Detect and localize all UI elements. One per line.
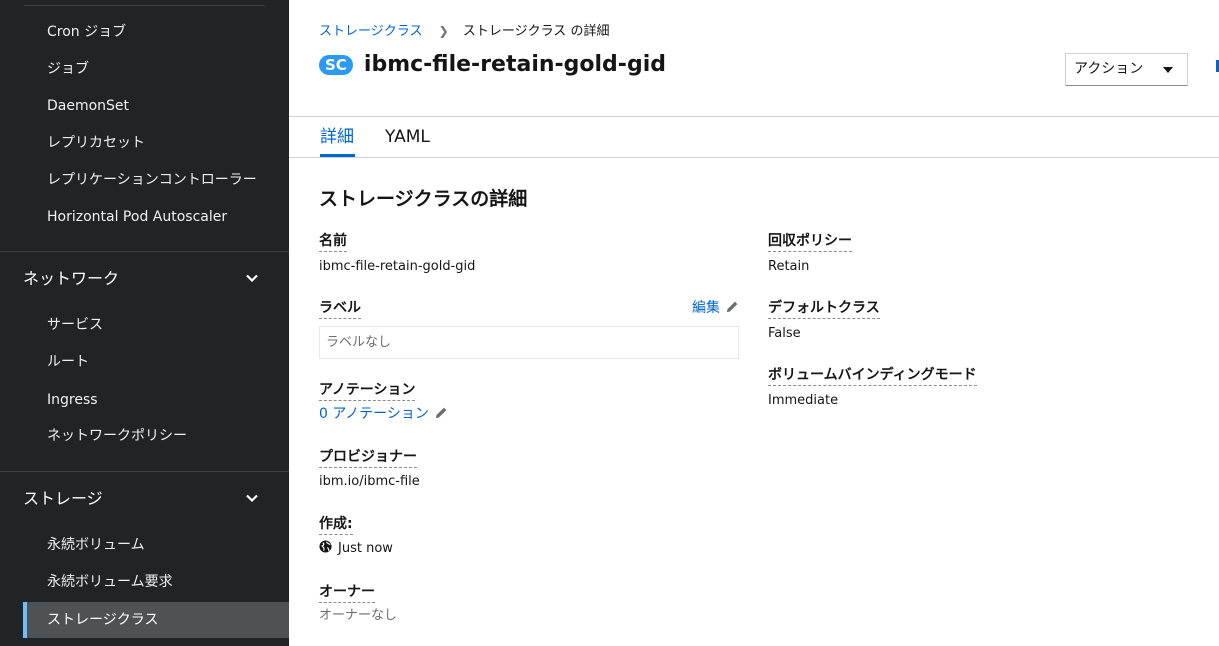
sidebar-item-persistent-volumes[interactable]: 永続ボリューム xyxy=(47,536,145,554)
breadcrumb-current: ストレージクラス の詳細 xyxy=(462,24,610,39)
labels-empty: ラベルなし xyxy=(326,335,392,350)
edit-label: 編集 xyxy=(692,300,720,316)
sidebar-item-replication-controllers[interactable]: レプリケーションコントローラー xyxy=(47,171,257,189)
sidebar-item-cronjobs[interactable]: Cron ジョブ xyxy=(47,23,126,41)
reclaim-policy-value: Retain xyxy=(768,259,810,274)
angle-right-icon: ❯ xyxy=(438,24,449,38)
sidebar-divider xyxy=(0,251,289,252)
edit-labels-button[interactable]: 編集 xyxy=(692,299,739,317)
chevron-down-icon xyxy=(246,274,258,283)
tab-yaml[interactable]: YAML xyxy=(385,126,430,148)
sidebar: Cron ジョブ ジョブ DaemonSet レプリカセット レプリケーションコ… xyxy=(0,0,289,646)
provisioner-value: ibm.io/ibmc-file xyxy=(319,474,420,489)
page-header: SC ibmc-file-retain-gold-gid xyxy=(319,52,666,82)
resource-badge: SC xyxy=(319,54,353,75)
created-value: Just now xyxy=(338,541,393,556)
owner-value: オーナーなし xyxy=(319,608,398,623)
sidebar-item-ingress[interactable]: Ingress xyxy=(47,391,98,409)
sidebar-item-routes[interactable]: ルート xyxy=(47,353,89,371)
reclaim-policy-label[interactable]: 回収ポリシー xyxy=(768,232,852,252)
sidebar-group-network[interactable]: ネットワーク xyxy=(23,269,259,289)
sidebar-divider xyxy=(24,5,265,6)
page-title: ibmc-file-retain-gold-gid xyxy=(363,52,666,77)
labels-box: ラベルなし xyxy=(319,326,739,359)
sidebar-item-persistent-volume-claims[interactable]: 永続ボリューム要求 xyxy=(47,573,173,591)
sidebar-item-replicasets[interactable]: レプリカセット xyxy=(47,134,145,152)
volume-binding-mode-label[interactable]: ボリュームバインディングモード xyxy=(768,366,977,386)
annotations-label[interactable]: アノテーション xyxy=(319,381,416,401)
sidebar-group-storage[interactable]: ストレージ xyxy=(23,489,259,509)
chevron-down-icon xyxy=(246,494,258,503)
sidebar-divider xyxy=(0,471,289,472)
breadcrumb: ストレージクラス ❯ ストレージクラス の詳細 xyxy=(319,22,609,41)
annotations-link[interactable]: 0 アノテーション xyxy=(319,405,448,423)
created-value-row: Just now xyxy=(319,540,393,558)
tab-details[interactable]: 詳細 xyxy=(320,126,354,148)
name-label[interactable]: 名前 xyxy=(319,232,347,252)
globe-icon xyxy=(319,540,332,553)
sidebar-item-services[interactable]: サービス xyxy=(47,316,103,334)
sidebar-item-network-policies[interactable]: ネットワークポリシー xyxy=(47,427,187,445)
tabs-divider xyxy=(289,157,1219,158)
actions-label: アクション xyxy=(1074,61,1144,77)
pencil-icon xyxy=(435,407,447,419)
pencil-icon xyxy=(726,301,738,313)
labels-label[interactable]: ラベル xyxy=(319,299,361,319)
caret-down-icon xyxy=(1163,67,1173,73)
created-label[interactable]: 作成: xyxy=(319,515,353,535)
sidebar-item-jobs[interactable]: ジョブ xyxy=(47,60,89,78)
sidebar-item-daemonsets[interactable]: DaemonSet xyxy=(47,97,129,115)
provisioner-label[interactable]: プロビジョナー xyxy=(319,448,417,468)
sidebar-group-label: ストレージ xyxy=(23,489,103,508)
actions-dropdown[interactable]: アクション xyxy=(1065,53,1188,86)
section-title: ストレージクラスの詳細 xyxy=(319,188,528,210)
default-class-label[interactable]: デフォルトクラス xyxy=(768,299,880,319)
default-class-value: False xyxy=(768,326,801,341)
owner-label[interactable]: オーナー xyxy=(319,583,375,603)
breadcrumb-link-storage-classes[interactable]: ストレージクラス xyxy=(319,24,422,39)
sidebar-group-label: ネットワーク xyxy=(23,269,120,288)
sidebar-item-storage-classes[interactable]: ストレージクラス xyxy=(47,611,158,629)
tabs-divider xyxy=(289,116,1219,117)
sidebar-item-hpa[interactable]: Horizontal Pod Autoscaler xyxy=(47,208,227,226)
name-value: ibmc-file-retain-gold-gid xyxy=(319,259,476,274)
volume-binding-mode-value: Immediate xyxy=(768,393,839,408)
main-content: ストレージクラス ❯ ストレージクラス の詳細 SC ibmc-file-ret… xyxy=(289,0,1219,646)
annotations-value: 0 アノテーション xyxy=(319,406,429,422)
